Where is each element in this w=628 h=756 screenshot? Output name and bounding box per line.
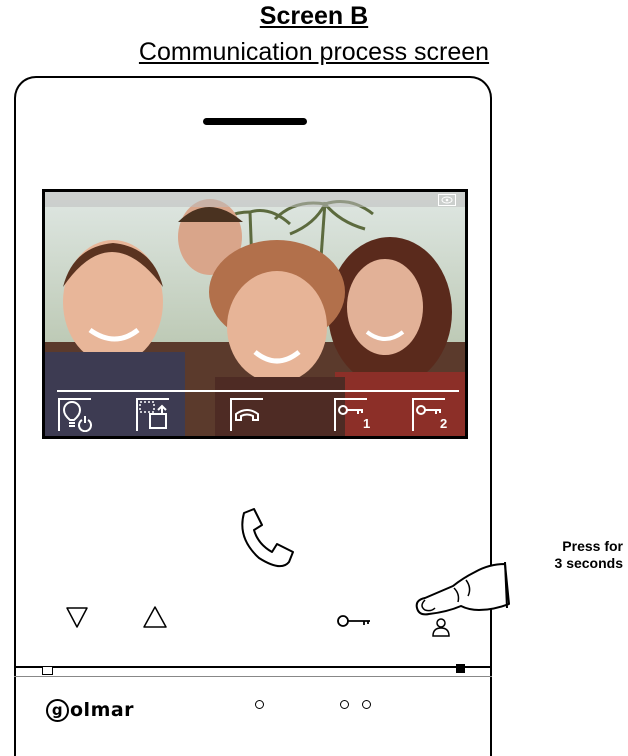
light-power-icon[interactable] [58, 398, 92, 432]
status-led-right [456, 664, 465, 673]
screen-title: Screen B [259, 2, 369, 30]
panel-divider [14, 666, 492, 668]
panel-divider-shadow [14, 676, 492, 677]
key-icon [337, 615, 370, 627]
handset-icon[interactable] [228, 505, 304, 581]
door-release-button[interactable] [336, 612, 372, 630]
status-led-left [42, 666, 53, 675]
pressing-hand-icon [415, 561, 510, 616]
brand-logo-text: olmar [70, 699, 135, 721]
down-button[interactable] [65, 605, 89, 629]
eye-icon [438, 194, 456, 206]
press-instruction-line1: Press for [562, 538, 623, 554]
up-triangle-icon [143, 606, 167, 628]
indicator-dot-3 [362, 700, 371, 709]
press-instruction-line2: 3 seconds [554, 555, 623, 571]
person-center-face [227, 271, 327, 383]
status-strip [45, 192, 465, 207]
down-triangle-icon [66, 607, 88, 628]
indicator-dot-1 [255, 700, 264, 709]
up-button[interactable] [142, 605, 168, 629]
screen-subtitle: Communication process screen [138, 38, 490, 66]
press-instruction: Press for 3 seconds [505, 538, 623, 572]
brand-logo-mark: g [46, 699, 69, 722]
osd-control-line [57, 390, 459, 392]
door-lock-1-number: 1 [363, 416, 371, 431]
speaker-grille [203, 118, 307, 125]
brand-logo: g olmar [46, 699, 134, 722]
indicator-dot-2 [340, 700, 349, 709]
hang-up-icon[interactable] [230, 398, 264, 432]
door-lock-2-number: 2 [440, 416, 448, 431]
camera-switch-icon[interactable] [136, 398, 170, 432]
